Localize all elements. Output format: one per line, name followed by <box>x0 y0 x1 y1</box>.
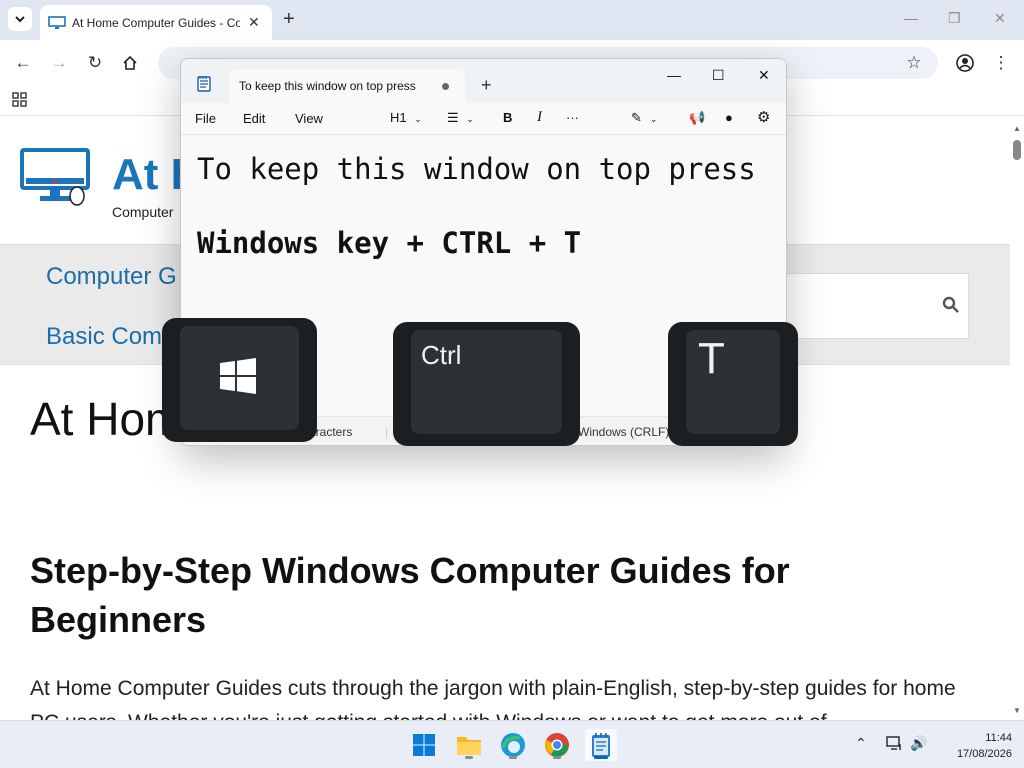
list-dropdown[interactable]: ☰ ⌄ <box>447 110 474 126</box>
windows-key <box>162 318 317 442</box>
home-icon[interactable] <box>119 52 141 74</box>
menu-kebab-icon[interactable]: ⋮ <box>990 52 1012 74</box>
chevron-down-icon: ⌄ <box>649 114 658 124</box>
italic-button[interactable]: I <box>537 109 542 126</box>
search-icon[interactable] <box>942 296 960 314</box>
taskbar-file-explorer[interactable] <box>453 729 485 761</box>
heading-level-label: H1 <box>390 110 407 125</box>
clock-date: 17/08/2026 <box>956 748 1012 760</box>
file-explorer-icon <box>457 737 481 755</box>
notepad-icon <box>592 733 610 757</box>
volume-icon[interactable]: 🔊 <box>910 735 927 752</box>
apps-grid-icon[interactable] <box>12 92 28 108</box>
bold-button[interactable]: B <box>503 110 512 125</box>
edge-icon <box>501 733 525 757</box>
ctrl-key-label: Ctrl <box>421 340 462 370</box>
editor-line-1: To keep this window on top press <box>197 152 756 186</box>
browser-tab-active[interactable]: At Home Computer Guides - Co ✕ <box>40 5 272 40</box>
chevron-down-icon <box>15 16 25 23</box>
account-icon[interactable]: ● <box>725 110 733 125</box>
notepad-app-icon <box>197 76 211 92</box>
nav-link-basic-computing[interactable]: Basic Com <box>46 323 162 351</box>
more-options-button[interactable]: ··· <box>566 110 579 125</box>
taskbar-edge[interactable] <box>497 729 529 761</box>
browser-minimize-button[interactable]: — <box>904 10 918 26</box>
reload-icon[interactable]: ↻ <box>84 52 106 74</box>
notepad-menubar: File Edit View H1 ⌄ ☰ ⌄ B I ··· ✎ ⌄ 📢 ● ⚙ <box>181 103 786 135</box>
editor-line-2: Windows key + CTRL + T <box>197 226 582 260</box>
page-scrollbar[interactable]: ▲ ▼ <box>1010 122 1024 720</box>
menu-edit[interactable]: Edit <box>243 111 265 126</box>
page-heading: Step-by-Step Windows Computer Guides for… <box>30 550 790 640</box>
unsaved-dot-icon[interactable] <box>442 82 449 90</box>
menu-file[interactable]: File <box>195 111 216 126</box>
browser-close-button[interactable]: ✕ <box>994 10 1006 27</box>
scrollbar-thumb[interactable] <box>1013 140 1021 160</box>
back-arrow-icon[interactable]: ← <box>12 52 34 74</box>
start-button[interactable] <box>408 729 440 761</box>
browser-tab-strip: At Home Computer Guides - Co ✕ + — ❐ ✕ <box>0 0 1024 40</box>
status-line-ending: Windows (CRLF) <box>578 425 670 439</box>
t-key: T <box>668 322 798 446</box>
chevron-down-icon: ⌄ <box>414 114 422 124</box>
notepad-titlebar: To keep this window on top press + — ☐ ✕ <box>181 59 786 103</box>
taskbar-clock[interactable]: 11:44 17/08/2026 <box>938 730 1012 762</box>
announcement-icon[interactable]: 📢 <box>689 110 705 126</box>
heading-dropdown[interactable]: H1 ⌄ <box>390 110 422 125</box>
tab-close-icon[interactable]: ✕ <box>248 14 260 31</box>
chrome-icon <box>545 733 569 757</box>
site-logo-subtitle: Computer <box>112 204 174 220</box>
rewrite-pen-icon[interactable]: ✎ ⌄ <box>631 110 657 126</box>
taskbar-notepad[interactable] <box>585 729 617 761</box>
profile-icon[interactable] <box>954 52 976 74</box>
new-tab-button[interactable]: + <box>283 8 295 31</box>
notepad-maximize-button[interactable]: ☐ <box>712 67 725 84</box>
nav-link-computer-guides[interactable]: Computer G <box>46 263 177 291</box>
tab-search-button[interactable] <box>8 7 32 31</box>
page-title: At Hom <box>30 393 184 445</box>
site-logo-monitor-icon[interactable] <box>20 148 90 206</box>
bookmark-star-icon[interactable]: ☆ <box>903 52 925 74</box>
menu-view[interactable]: View <box>295 111 323 126</box>
taskbar-chrome[interactable] <box>541 729 573 761</box>
clock-time: 11:44 <box>985 732 1012 744</box>
notepad-tab[interactable]: To keep this window on top press <box>229 69 465 103</box>
forward-arrow-icon[interactable]: → <box>48 52 70 74</box>
notepad-minimize-button[interactable]: — <box>667 67 681 83</box>
monitor-favicon-icon <box>48 15 66 30</box>
list-icon: ☰ <box>447 110 459 125</box>
status-divider: | <box>385 425 389 439</box>
notepad-new-tab-button[interactable]: + <box>481 75 492 96</box>
settings-gear-icon[interactable]: ⚙ <box>757 108 770 126</box>
scroll-down-icon[interactable]: ▼ <box>1013 706 1021 715</box>
browser-tab-title: At Home Computer Guides - Co <box>72 15 240 30</box>
t-key-label: T <box>698 334 725 383</box>
site-search-box[interactable] <box>770 273 969 339</box>
chevron-down-icon: ⌄ <box>466 114 474 124</box>
browser-restore-button[interactable]: ❐ <box>948 10 961 27</box>
notepad-close-button[interactable]: ✕ <box>758 67 770 84</box>
taskbar: ⌃ 🔊 11:44 17/08/2026 <box>0 720 1024 768</box>
network-icon[interactable] <box>886 735 904 754</box>
scroll-up-icon[interactable]: ▲ <box>1013 124 1021 133</box>
windows-logo-icon <box>220 358 256 394</box>
start-icon <box>413 734 435 756</box>
ctrl-key: Ctrl <box>393 322 580 446</box>
show-hidden-icons-chevron-icon[interactable]: ⌃ <box>855 735 867 752</box>
notepad-tab-title: To keep this window on top press <box>239 79 416 93</box>
